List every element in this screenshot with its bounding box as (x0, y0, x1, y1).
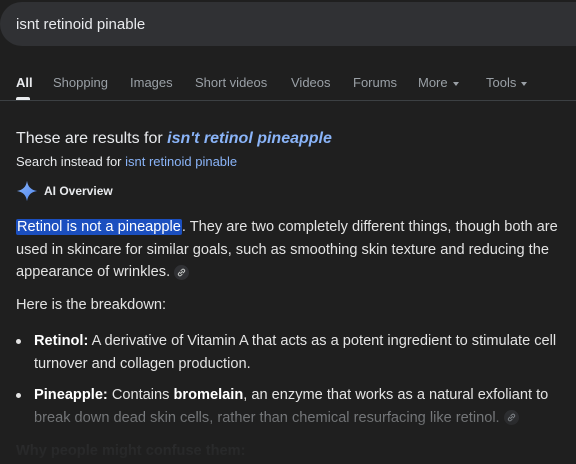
list-item-term: Pineapple: (34, 387, 108, 403)
list-item-term: Retinol: (34, 333, 89, 349)
list-item-text: , an enzyme that works as a natural exfo… (243, 387, 549, 403)
search-input[interactable]: isnt retinoid pinable (16, 16, 145, 33)
tab-shopping[interactable]: Shopping (53, 75, 108, 90)
tab-images[interactable]: Images (130, 75, 173, 90)
highlighted-answer: Retinol is not a pineapple (16, 219, 182, 235)
ai-overview-label: AI Overview (44, 184, 113, 198)
tab-tools-label: Tools (486, 75, 517, 90)
ai-overview-header: AI Overview (16, 180, 113, 202)
tab-forums[interactable]: Forums (353, 75, 397, 90)
spelling-correction: These are results for isn't retinol pine… (16, 130, 332, 148)
tab-tools[interactable]: Tools (486, 75, 528, 90)
list-item-bold: bromelain (173, 387, 244, 403)
next-section-heading: Why people might confuse them: (16, 443, 246, 459)
bullet-dot (16, 393, 21, 398)
instead-prefix: Search instead for (16, 154, 126, 169)
caret-down-icon (521, 81, 528, 86)
tab-videos[interactable]: Videos (291, 75, 331, 90)
ai-overview-summary: Retinol is not a pineapple. They are two… (16, 216, 576, 284)
caret-down-icon (452, 81, 459, 86)
search-tabs: All Shopping Images Short videos Videos … (0, 70, 576, 101)
search-instead: Search instead for isnt retinoid pinable (16, 154, 237, 169)
tab-all[interactable]: All (16, 75, 33, 90)
list-item-text-faded: break down dead skin cells, rather than … (34, 409, 500, 426)
tab-short-videos[interactable]: Short videos (195, 75, 267, 90)
tab-more-label: More (418, 75, 448, 90)
tab-more[interactable]: More (418, 75, 459, 90)
link-icon (178, 268, 186, 276)
list-item-text: A derivative of Vitamin A that acts as a… (34, 333, 557, 372)
original-query-link[interactable]: isnt retinoid pinable (125, 154, 237, 169)
list-item-content: Retinol: A derivative of Vitamin A that … (34, 330, 576, 375)
gemini-sparkle-icon (16, 180, 38, 202)
list-item-text: Contains (107, 387, 174, 403)
source-link-button[interactable] (503, 410, 519, 426)
link-icon (507, 413, 515, 422)
correction-prefix: These are results for (16, 130, 168, 147)
source-link-button[interactable] (174, 264, 190, 280)
list-item-content: Pineapple: Contains bromelain, an enzyme… (34, 384, 576, 429)
breakdown-intro: Here is the breakdown: (16, 297, 167, 313)
bullet-dot (16, 339, 21, 344)
active-tab-indicator (16, 97, 30, 100)
corrected-query-link[interactable]: isn't retinol pineapple (167, 130, 332, 147)
search-bar[interactable]: isnt retinoid pinable (0, 2, 576, 46)
